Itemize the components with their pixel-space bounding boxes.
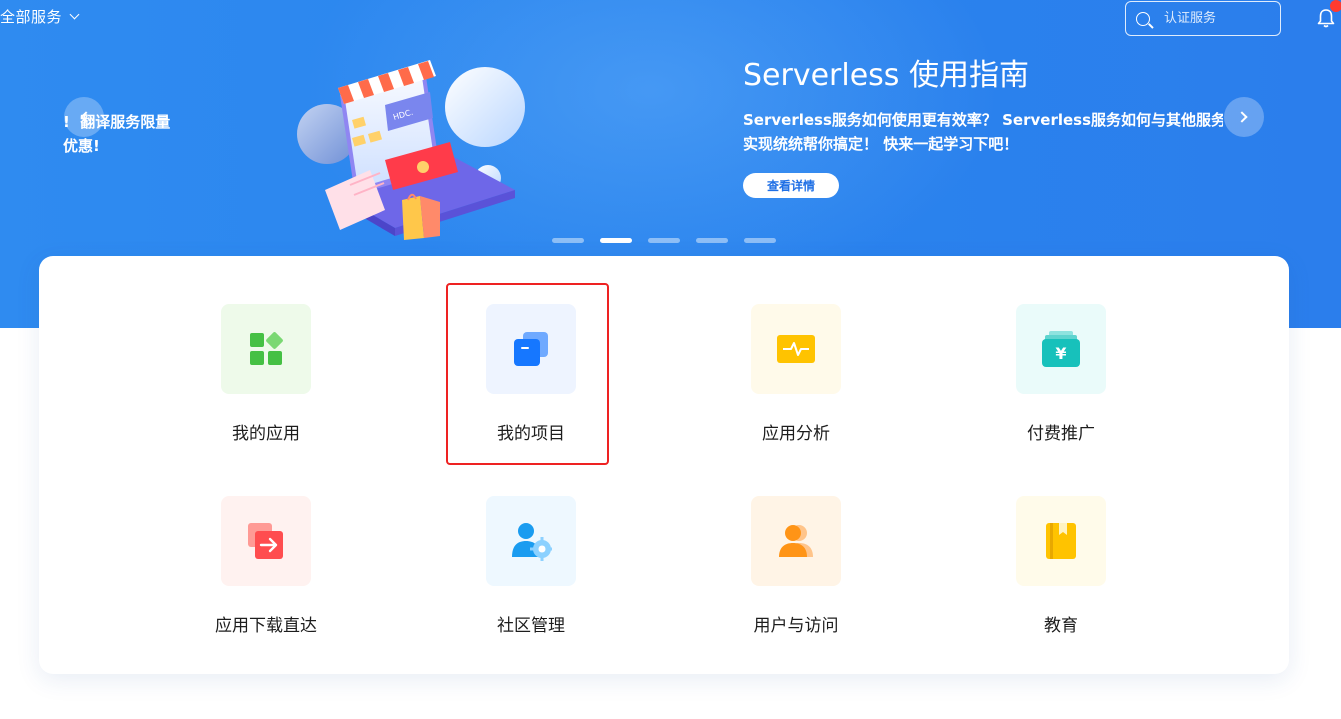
paid-promotion-yuan-icon: ¥: [1042, 331, 1080, 367]
services-card: 我的应用 我的项目 应用分析 ¥ 付费推广 应用下载直达 社区管理 用户与访问 …: [39, 256, 1289, 674]
carousel-dot[interactable]: [648, 238, 680, 243]
carousel-dot[interactable]: [744, 238, 776, 243]
service-label: 社区管理: [497, 616, 565, 636]
view-details-button[interactable]: 查看详情: [743, 173, 839, 198]
carousel-dot[interactable]: [552, 238, 584, 243]
search-box[interactable]: [1125, 1, 1281, 36]
users-access-icon: [779, 525, 813, 557]
service-tile[interactable]: ¥: [1016, 304, 1106, 394]
service-label: 应用分析: [762, 424, 830, 444]
service-education[interactable]: 教育: [991, 496, 1131, 636]
previous-slide-line2: 优惠!: [63, 137, 100, 155]
search-input[interactable]: [1162, 10, 1272, 27]
carousel-dot[interactable]: [696, 238, 728, 243]
service-app-analytics[interactable]: 应用分析: [726, 304, 866, 444]
all-services-label: 全部服务: [0, 8, 63, 26]
service-label: 应用下载直达: [215, 616, 317, 636]
service-label: 用户与访问: [753, 616, 839, 636]
service-label: 我的应用: [232, 424, 300, 444]
banner-description: Serverless服务如何使用更有效率？ Serverless服务如何与其他服…: [743, 108, 1223, 156]
service-my-apps[interactable]: 我的应用: [196, 304, 336, 444]
grid-apps-icon: [250, 332, 283, 365]
service-users-access[interactable]: 用户与访问: [726, 496, 866, 636]
analytics-monitor-icon: [777, 335, 815, 363]
service-tile[interactable]: [486, 496, 576, 586]
banner-description-line1: Serverless服务如何使用更有效率？ Serverless服务如何与其他服…: [743, 111, 1223, 129]
chevron-right-icon: [1236, 111, 1248, 123]
carousel-indicators: [552, 238, 776, 243]
community-user-gear-icon: [512, 523, 552, 561]
hdc-illustration: HDC.: [290, 50, 540, 245]
banner-description-line2: 实现统统帮你搞定！ 快来一起学习下吧！: [743, 135, 1019, 153]
notification-bell-icon[interactable]: [1317, 0, 1341, 28]
search-icon: [1136, 11, 1150, 26]
service-label: 付费推广: [1027, 424, 1095, 444]
highlight-frame: [446, 283, 609, 465]
chevron-down-icon: [69, 9, 80, 20]
carousel-dot-active[interactable]: [600, 238, 632, 243]
service-paid-promotion[interactable]: ¥ 付费推广: [991, 304, 1131, 444]
service-tile[interactable]: [221, 304, 311, 394]
service-tile[interactable]: [1016, 496, 1106, 586]
banner-title: Serverless 使用指南: [743, 58, 1029, 93]
service-tile[interactable]: [751, 304, 841, 394]
service-label: 教育: [1044, 616, 1078, 636]
download-direct-icon: [248, 523, 283, 559]
notification-badge: [1330, 0, 1341, 12]
service-app-download-direct[interactable]: 应用下载直达: [196, 496, 336, 636]
service-community-management[interactable]: 社区管理: [461, 496, 601, 636]
all-services-menu[interactable]: 全部服务: [0, 6, 80, 27]
svg-text:¥: ¥: [1055, 344, 1066, 363]
carousel-next-button[interactable]: [1224, 97, 1264, 137]
education-book-icon: [1046, 523, 1076, 559]
service-tile[interactable]: [751, 496, 841, 586]
carousel-prev-button[interactable]: [64, 97, 104, 137]
service-tile[interactable]: [221, 496, 311, 586]
chevron-left-icon: [80, 111, 92, 123]
